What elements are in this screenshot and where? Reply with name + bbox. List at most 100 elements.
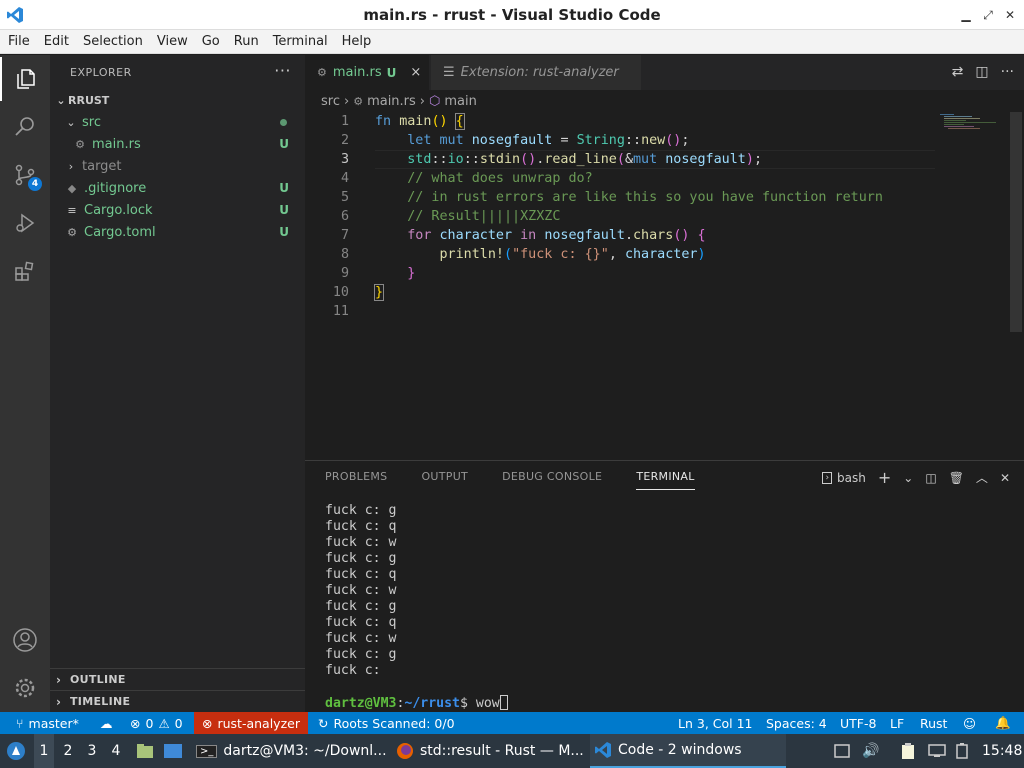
activity-bar: 4	[0, 55, 50, 712]
feedback-icon[interactable]: ☺	[963, 712, 976, 734]
search-icon[interactable]	[0, 105, 50, 149]
rust-analyzer-status[interactable]: ⊗ rust-analyzer	[194, 712, 308, 734]
open-changes-icon[interactable]: ⇄	[952, 64, 964, 80]
taskbar-window-code[interactable]: Code - 2 windows	[590, 734, 786, 768]
terminal-line: fuck c: w	[325, 631, 397, 646]
problems-status[interactable]: ⊗ 0 ⚠ 0	[130, 712, 183, 734]
menu-view[interactable]: View	[157, 34, 188, 49]
menu-selection[interactable]: Selection	[83, 34, 143, 49]
taskbar-window-terminal[interactable]: >_ dartz@VM3: ~/Downl...	[192, 734, 388, 768]
workspace-4[interactable]: 4	[106, 734, 126, 768]
split-editor-icon[interactable]: ◫	[975, 64, 988, 80]
encoding[interactable]: UTF-8	[840, 712, 876, 734]
source-control-icon[interactable]: 4	[0, 153, 50, 197]
terminal-shell-selector[interactable]: › bash	[822, 471, 866, 485]
maximize-icon[interactable]: ⤢	[980, 7, 996, 23]
tree-item-target[interactable]: › target	[50, 155, 305, 177]
code-line: let mut nosegfault = String::new();	[407, 133, 690, 148]
close-tab-icon[interactable]: ×	[410, 65, 421, 80]
taskbar-window-firefox[interactable]: std::result - Rust — M...	[392, 734, 588, 768]
terminal-output[interactable]: fuck c: g fuck c: q fuck c: w fuck c: g fuck…	[325, 503, 508, 712]
tree-item-gitignore[interactable]: ◆ .gitignore U	[50, 177, 305, 199]
tree-item-cargo-toml[interactable]: ⚙ Cargo.toml U	[50, 221, 305, 243]
line-ending[interactable]: LF	[890, 712, 904, 734]
close-icon[interactable]: ✕	[1002, 7, 1018, 23]
git-status-badge: U	[279, 181, 289, 195]
rust-file-icon: ⚙	[353, 94, 364, 108]
volume-icon[interactable]: 🔊	[862, 734, 879, 768]
editor-scrollbar[interactable]	[1010, 112, 1022, 332]
settings-gear-icon[interactable]	[0, 666, 50, 710]
minimap[interactable]	[940, 112, 1010, 152]
tab-debug-console[interactable]: DEBUG CONSOLE	[502, 470, 602, 483]
menu-run[interactable]: Run	[234, 34, 259, 49]
explorer-icon[interactable]	[0, 57, 50, 101]
line-number: 11	[332, 304, 349, 319]
workspace-3[interactable]: 3	[82, 734, 102, 768]
window-title: main.rs - rrust - Visual Studio Code	[363, 6, 661, 24]
split-terminal-icon[interactable]: ◫	[925, 471, 936, 485]
tab-main-rs[interactable]: ⚙ main.rs U ×	[305, 55, 429, 90]
show-desktop-icon[interactable]	[163, 734, 183, 768]
tab-output[interactable]: OUTPUT	[421, 470, 468, 483]
menu-edit[interactable]: Edit	[44, 34, 69, 49]
maximize-panel-icon[interactable]: ︿	[976, 469, 988, 486]
breadcrumb-folder[interactable]: src	[321, 94, 340, 109]
menu-file[interactable]: File	[8, 34, 30, 49]
outline-section[interactable]: › OUTLINE	[50, 668, 305, 690]
terminal-line: fuck c: g	[325, 551, 397, 566]
clock[interactable]: 15:48	[982, 734, 1022, 768]
error-count: 0	[145, 715, 154, 731]
timeline-section[interactable]: › TIMELINE	[50, 690, 305, 712]
workspace-1[interactable]: 1	[34, 734, 54, 768]
tree-item-src[interactable]: ⌄ src	[50, 111, 305, 133]
tree-item-main-rs[interactable]: ⚙ main.rs U	[50, 133, 305, 155]
run-debug-icon[interactable]	[0, 201, 50, 245]
tab-extension-rust-analyzer[interactable]: ☰ Extension: rust-analyzer	[431, 55, 641, 90]
workspace-root[interactable]: ⌄ RRUST	[50, 89, 305, 111]
clipboard-icon[interactable]	[900, 734, 916, 768]
chevron-right-icon: ›	[56, 694, 62, 709]
account-icon[interactable]	[0, 618, 50, 662]
close-panel-icon[interactable]: ✕	[1000, 471, 1010, 485]
code-line: std::io::stdin().read_line(&mut nosegfau…	[407, 152, 762, 167]
cursor-position[interactable]: Ln 3, Col 11	[678, 712, 753, 734]
more-actions-icon[interactable]: ···	[274, 61, 291, 80]
branch-status[interactable]: ⑂ master*	[16, 712, 79, 734]
language-mode[interactable]: Rust	[920, 712, 947, 734]
menu-help[interactable]: Help	[342, 34, 372, 49]
menu-go[interactable]: Go	[202, 34, 220, 49]
extensions-icon[interactable]	[0, 249, 50, 293]
minimize-icon[interactable]: ▁	[958, 7, 974, 23]
tab-terminal[interactable]: TERMINAL	[636, 470, 695, 490]
menu-terminal[interactable]: Terminal	[273, 34, 328, 49]
roots-status[interactable]: ↻ Roots Scanned: 0/0	[318, 712, 455, 734]
git-status-badge: U	[279, 137, 289, 151]
notifications-bell-icon[interactable]: 🔔	[995, 712, 1011, 734]
chevron-right-icon: ›	[343, 93, 350, 109]
terminal-app-icon: >_	[196, 744, 218, 758]
line-number: 1	[340, 114, 349, 129]
code-line: println!("fuck c: {}", character)	[439, 247, 706, 262]
window-label: Code - 2 windows	[618, 742, 742, 758]
breadcrumb-symbol[interactable]: main	[444, 94, 476, 109]
trash-icon[interactable]: 🗑	[949, 471, 964, 485]
network-icon[interactable]	[928, 734, 946, 768]
tray-window-icon[interactable]	[834, 734, 850, 768]
battery-icon[interactable]	[955, 734, 969, 768]
taskbar: 1 2 3 4 >_ dartz@VM3: ~/Downl... std::re…	[0, 734, 1024, 768]
workspace-2[interactable]: 2	[58, 734, 78, 768]
start-menu-icon[interactable]	[4, 734, 28, 768]
tab-problems[interactable]: PROBLEMS	[325, 470, 387, 483]
chevron-down-icon[interactable]: ⌄	[903, 471, 913, 485]
sync-status[interactable]: ☁	[100, 712, 113, 734]
indentation[interactable]: Spaces: 4	[766, 712, 827, 734]
breadcrumb-file[interactable]: main.rs	[367, 94, 416, 109]
more-actions-icon[interactable]: ···	[1001, 64, 1014, 80]
tree-item-label: Cargo.toml	[84, 224, 156, 240]
chevron-down-icon: ⌄	[56, 93, 66, 107]
new-terminal-icon[interactable]: +	[878, 468, 891, 487]
terminal-icon: ›	[822, 471, 833, 484]
tree-item-cargo-lock[interactable]: ≡ Cargo.lock U	[50, 199, 305, 221]
file-manager-icon[interactable]	[136, 734, 154, 768]
